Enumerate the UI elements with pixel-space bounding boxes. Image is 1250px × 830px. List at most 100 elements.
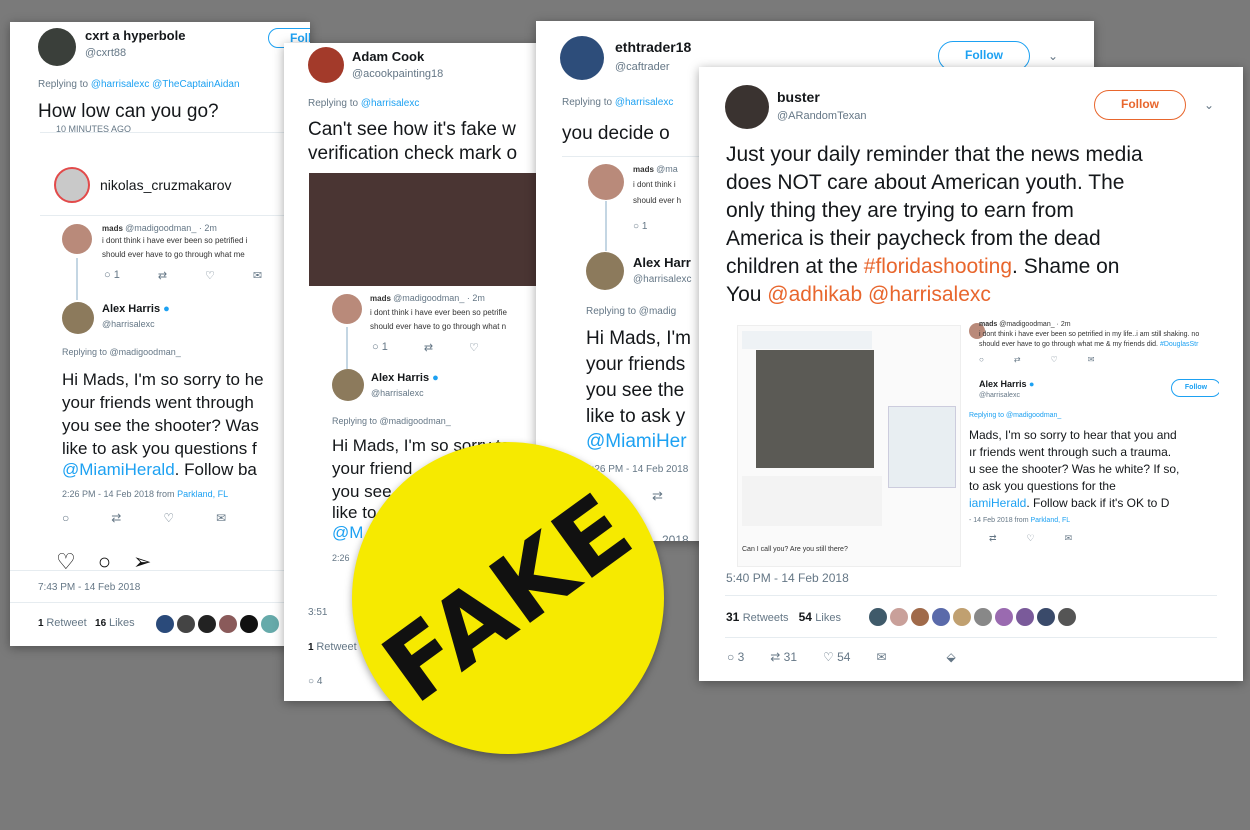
user-name[interactable]: cxrt a hyperbole [85, 28, 185, 43]
avatar[interactable] [38, 28, 76, 66]
like-icon[interactable]: ♡ [1051, 355, 1058, 364]
tweet-text: Just your daily reminder that the news m… [726, 143, 1143, 306]
alex-text: ır friends went through such a trauma. [969, 445, 1172, 459]
embedded-screenshot-right[interactable]: mads @madigoodman_ · 2m i dont think i h… [965, 317, 1219, 549]
user-handle[interactable]: @cxrt88 [85, 47, 126, 59]
comment-icon[interactable]: ○ [98, 549, 111, 575]
reply-action[interactable]: ○ 4 [308, 676, 322, 687]
action-row: ○ ⇄ ♡ ✉ [62, 511, 226, 525]
avatar [332, 294, 362, 324]
tweet-text: verification check mark o [308, 143, 518, 164]
reply-icon[interactable]: ○ 1 [104, 269, 120, 282]
tweet-text: How low can you go? [38, 101, 219, 122]
alex-replying: Replying to @madigoodman_ [969, 412, 1062, 419]
alex-replying: Replying to @madig [586, 306, 677, 317]
mention-link[interactable]: @harrisalexc [615, 97, 674, 108]
avatar[interactable] [308, 47, 344, 83]
avatar [54, 167, 90, 203]
user-name[interactable]: ethtrader18 [615, 39, 691, 55]
alex-text: you see the [586, 380, 685, 401]
retweet-icon[interactable]: ⇄ 31 [770, 650, 797, 664]
like-icon[interactable]: ♡ [1027, 533, 1035, 544]
divider [10, 602, 310, 603]
avatar[interactable] [725, 85, 769, 129]
stamp-label: FAKE [363, 471, 653, 725]
message-icon[interactable]: ✉ [253, 269, 262, 282]
retweet-icon[interactable]: ⇄ [989, 533, 997, 544]
like-icon[interactable]: ♡ [163, 511, 174, 525]
chevron-down-icon[interactable]: ⌄ [1204, 98, 1214, 112]
retweet-icon[interactable]: ⇄ [652, 488, 663, 504]
liker-avatars [156, 615, 279, 633]
hashtag-link[interactable]: #floridashooting [864, 255, 1012, 278]
avatar [588, 164, 624, 200]
embedded-image[interactable] [309, 173, 574, 286]
alex-text: you see the shooter? Was [62, 416, 259, 435]
liker-avatars [869, 608, 1076, 626]
retweet-icon[interactable]: ⇄ [424, 341, 433, 354]
alex-text: Hi Mads, I'm so sorry to he [62, 370, 264, 389]
thread-line [346, 327, 348, 369]
mini-thread [742, 476, 882, 526]
reply-icon[interactable]: ○ [979, 355, 984, 364]
alex-text: iamiHerald. Follow back if it's OK to D [969, 496, 1170, 510]
avatar [62, 224, 92, 254]
tweet-card-cxrt: cxrt a hyperbole @cxrt88 Follow Replying… [10, 22, 310, 646]
mention-link[interactable]: @harrisalexc [868, 283, 991, 306]
like-icon[interactable]: ♡ 54 [823, 650, 850, 664]
retweet-icon[interactable]: ⇄ [158, 269, 167, 282]
user-name[interactable]: buster [777, 89, 820, 105]
like-icon[interactable]: ♡ [205, 269, 215, 282]
avatar[interactable] [560, 36, 604, 80]
divider [40, 132, 310, 133]
follow-button[interactable]: Follow [1171, 379, 1219, 397]
reply-icon[interactable]: ○ 1 [633, 221, 647, 232]
alex-handle: @harrisalexc [102, 319, 155, 329]
send-icon[interactable]: ➢ [133, 549, 151, 575]
user-handle[interactable]: @acookpainting18 [352, 68, 443, 80]
verified-icon: ● [432, 372, 439, 384]
engagement-stats: 31 Retweets 54 Likes [726, 610, 841, 624]
alex-text: u see the shooter? Was he white? If so, [969, 462, 1180, 476]
fake-stamp: FAKE [352, 442, 664, 754]
user-handle[interactable]: @ARandomTexan [777, 110, 866, 122]
alex-text: your friends went through [62, 393, 254, 412]
like-icon[interactable]: ♡ [469, 341, 479, 354]
reply-icon[interactable]: ○ 1 [372, 341, 388, 354]
reply-icon[interactable]: ○ 3 [727, 650, 744, 664]
tweet-card-buster: buster @ARandomTexan Follow ⌄ Just your … [699, 67, 1243, 681]
thread-line [605, 201, 607, 251]
mini-caption: Can I call you? Are you still there? [742, 546, 848, 553]
heart-icon[interactable]: ♡ [56, 549, 76, 575]
mention-link[interactable]: @adhikab [767, 283, 862, 306]
alex-text: @MiamiHer [586, 431, 687, 452]
mads-text: i dont think i have ever been so petrifi… [370, 308, 507, 317]
tweet-time: 7:43 PM - 14 Feb 2018 [38, 582, 141, 593]
follow-button[interactable]: Follow [1094, 90, 1186, 120]
embedded-screenshot-left[interactable]: Can I call you? Are you still there? [737, 325, 961, 567]
embedded-photo [756, 350, 874, 468]
embedded-photo-person [888, 406, 956, 488]
chevron-down-icon[interactable]: ⌄ [1048, 49, 1058, 63]
user-name[interactable]: Adam Cook [352, 49, 424, 64]
user-handle[interactable]: @caftrader [615, 61, 670, 73]
mention-link[interactable]: @harrisalexc @TheCaptainAidan [91, 79, 240, 90]
alex-text: @MiamiHerald. Follow ba [62, 460, 257, 479]
ig-username: nikolas_cruzmakarov [100, 177, 232, 193]
divider [725, 595, 1217, 596]
message-icon[interactable]: ✉ [1088, 355, 1095, 364]
bookmark-icon[interactable]: ⬙ [947, 650, 956, 664]
message-icon[interactable]: ✉ [876, 650, 886, 664]
mention-link[interactable]: @harrisalexc [361, 98, 420, 109]
mads-header: mads @madigoodman_ · 2m [979, 321, 1071, 328]
reply-icon[interactable]: ○ [62, 511, 69, 525]
retweet-icon[interactable]: ⇄ [111, 511, 121, 525]
alex-handle: @harrisalexc [979, 392, 1020, 399]
verified-icon: ● [163, 303, 170, 315]
message-icon[interactable]: ✉ [1065, 533, 1073, 544]
retweet-icon[interactable]: ⇄ [1014, 355, 1021, 364]
verified-icon: ● [1029, 379, 1035, 389]
alex-text: your friend [332, 459, 413, 478]
message-icon[interactable]: ✉ [216, 511, 226, 525]
action-row: ○ 1 ⇄ ♡ [372, 341, 479, 354]
